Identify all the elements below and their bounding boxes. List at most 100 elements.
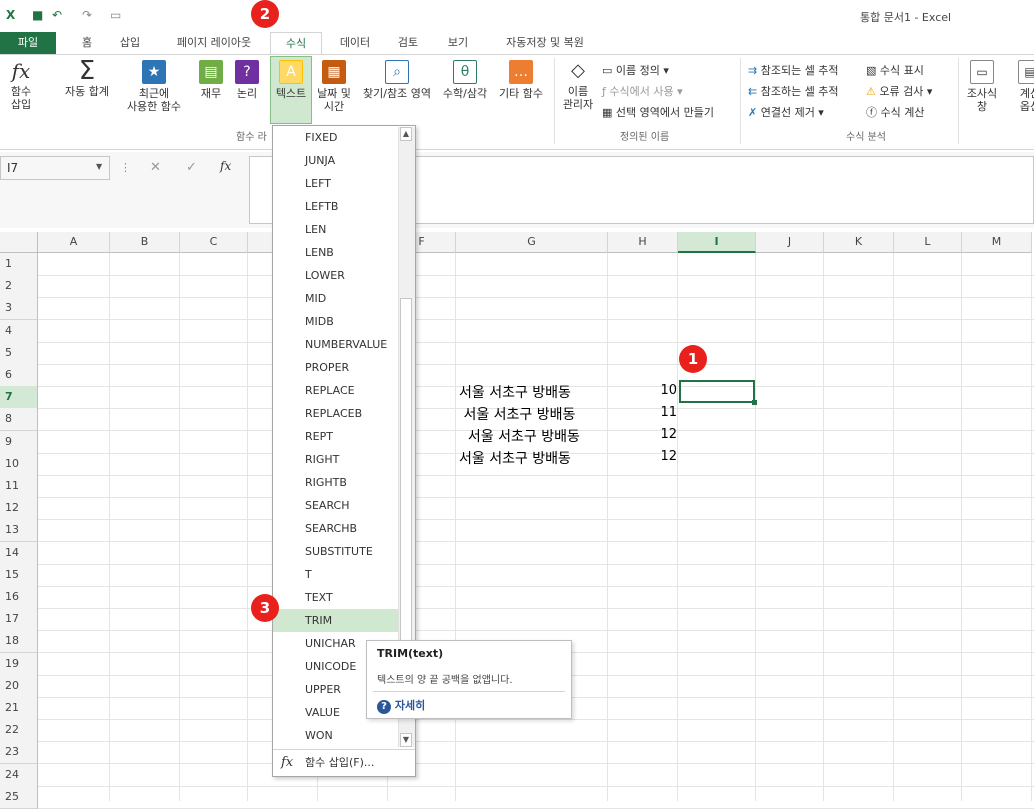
row-header-23[interactable]: 23 bbox=[0, 741, 38, 765]
text-functions-button[interactable]: A 텍스트 bbox=[270, 56, 312, 124]
function-item-trim[interactable]: TRIM bbox=[273, 609, 399, 632]
math-trig-button[interactable]: θ 수학/삼각 bbox=[438, 60, 492, 100]
column-header-K[interactable]: K bbox=[824, 232, 894, 253]
scroll-down-icon[interactable]: ▼ bbox=[400, 733, 412, 747]
tab-view[interactable]: 보기 bbox=[436, 32, 480, 54]
show-formulas-button[interactable]: ▧ 수식 표시 bbox=[866, 62, 924, 78]
function-item-text[interactable]: TEXT bbox=[273, 586, 399, 609]
row-header-5[interactable]: 5 bbox=[0, 341, 38, 365]
column-header-C[interactable]: C bbox=[180, 232, 248, 253]
tab-formulas[interactable]: 수식 bbox=[270, 32, 322, 56]
function-item-len[interactable]: LEN bbox=[273, 218, 399, 241]
row-header-2[interactable]: 2 bbox=[0, 275, 38, 299]
row-header-15[interactable]: 15 bbox=[0, 563, 38, 587]
row-header-21[interactable]: 21 bbox=[0, 697, 38, 720]
function-item-rightb[interactable]: RIGHTB bbox=[273, 471, 399, 494]
tab-home[interactable]: 홈 bbox=[70, 32, 104, 54]
column-header-A[interactable]: A bbox=[38, 232, 110, 253]
cell-G9[interactable]: 서울 서초구 방배동 bbox=[459, 426, 580, 446]
row-header-6[interactable]: 6 bbox=[0, 364, 38, 387]
undo-icon[interactable]: ↶ bbox=[52, 8, 62, 22]
insert-function-fx-icon[interactable]: fx bbox=[220, 159, 231, 173]
row-header-22[interactable]: 22 bbox=[0, 719, 38, 743]
name-manager-button[interactable]: ◇ 이름 관리자 bbox=[558, 60, 598, 111]
define-name-button[interactable]: ▭ 이름 정의 ▾ bbox=[602, 62, 669, 78]
column-header-M[interactable]: M bbox=[962, 232, 1032, 253]
row-header-18[interactable]: 18 bbox=[0, 630, 38, 654]
active-cell-I7[interactable] bbox=[679, 380, 755, 403]
enter-icon[interactable]: ✓ bbox=[186, 160, 197, 175]
tab-data[interactable]: 데이터 bbox=[330, 32, 380, 54]
function-item-replaceb[interactable]: REPLACEB bbox=[273, 402, 399, 425]
financial-button[interactable]: ▤ 재무 bbox=[196, 60, 226, 100]
column-header-L[interactable]: L bbox=[894, 232, 962, 253]
tab-review[interactable]: 검토 bbox=[388, 32, 428, 54]
cell-H10[interactable]: 12 bbox=[617, 449, 677, 464]
insert-function-menu-item[interactable]: fx 함수 삽입(F)... bbox=[273, 751, 415, 775]
tab-file[interactable]: 파일 bbox=[0, 32, 56, 54]
select-all-corner[interactable] bbox=[0, 232, 38, 253]
function-item-search[interactable]: SEARCH bbox=[273, 494, 399, 517]
recently-used-button[interactable]: ★ 최근에 사용한 함수 bbox=[116, 60, 192, 113]
trace-dependents-button[interactable]: ⇇ 참조하는 셀 추적 bbox=[748, 83, 839, 99]
scroll-up-icon[interactable]: ▲ bbox=[400, 127, 412, 141]
row-header-1[interactable]: 1 bbox=[0, 253, 38, 276]
row-header-8[interactable]: 8 bbox=[0, 408, 38, 432]
create-from-selection-button[interactable]: ▦ 선택 영역에서 만들기 bbox=[602, 104, 714, 120]
function-item-fixed[interactable]: FIXED bbox=[273, 126, 399, 149]
function-item-midb[interactable]: MIDB bbox=[273, 310, 399, 333]
row-header-13[interactable]: 13 bbox=[0, 519, 38, 543]
name-box[interactable]: I7 bbox=[0, 156, 110, 180]
cell-G10[interactable]: 서울 서초구 방배동 bbox=[459, 448, 571, 468]
tab-page-layout[interactable]: 페이지 레이아웃 bbox=[160, 32, 268, 54]
tooltip-help-link[interactable]: ? 자세히 bbox=[377, 697, 425, 714]
row-header-11[interactable]: 11 bbox=[0, 475, 38, 498]
function-item-right[interactable]: RIGHT bbox=[273, 448, 399, 471]
column-header-H[interactable]: H bbox=[608, 232, 678, 253]
cancel-icon[interactable]: ✕ bbox=[150, 160, 161, 175]
row-header-16[interactable]: 16 bbox=[0, 586, 38, 609]
function-item-leftb[interactable]: LEFTB bbox=[273, 195, 399, 218]
function-item-proper[interactable]: PROPER bbox=[273, 356, 399, 379]
evaluate-formula-button[interactable]: ⓕ 수식 계산 bbox=[866, 104, 924, 120]
function-item-t[interactable]: T bbox=[273, 563, 399, 586]
remove-arrows-button[interactable]: ✗ 연결선 제거 ▾ bbox=[748, 104, 824, 120]
insert-function-button[interactable]: fx 함수 삽입 bbox=[4, 60, 38, 111]
redo-icon[interactable]: ↷ bbox=[82, 8, 92, 22]
row-header-19[interactable]: 19 bbox=[0, 652, 38, 676]
function-item-won[interactable]: WON bbox=[273, 724, 399, 747]
cell-G7[interactable]: 서울 서초구 방배동 bbox=[459, 382, 571, 402]
name-box-dropdown-icon[interactable]: ▼ bbox=[96, 162, 102, 171]
customize-icon[interactable]: ▭ bbox=[110, 8, 121, 22]
fill-handle[interactable] bbox=[752, 400, 757, 405]
save-icon[interactable]: ■ bbox=[32, 8, 43, 22]
function-item-substitute[interactable]: SUBSTITUTE bbox=[273, 540, 399, 563]
column-header-G[interactable]: G bbox=[456, 232, 608, 253]
function-item-replace[interactable]: REPLACE bbox=[273, 379, 399, 402]
row-header-9[interactable]: 9 bbox=[0, 430, 38, 454]
cell-G8[interactable]: 서울 서초구 방배동 bbox=[459, 404, 575, 424]
lookup-reference-button[interactable]: ⌕ 찾기/참조 영역 bbox=[358, 60, 436, 100]
function-item-rept[interactable]: REPT bbox=[273, 425, 399, 448]
row-header-17[interactable]: 17 bbox=[0, 608, 38, 632]
row-header-20[interactable]: 20 bbox=[0, 674, 38, 698]
row-header-12[interactable]: 12 bbox=[0, 497, 38, 521]
tab-insert[interactable]: 삽입 bbox=[110, 32, 150, 54]
column-header-B[interactable]: B bbox=[110, 232, 180, 253]
calculation-options-button[interactable]: ▤ 계산 옵션 bbox=[1010, 60, 1034, 113]
function-item-left[interactable]: LEFT bbox=[273, 172, 399, 195]
cell-H9[interactable]: 12 bbox=[617, 427, 677, 442]
watch-window-button[interactable]: ▭ 조사식 창 bbox=[962, 60, 1002, 113]
column-header-J[interactable]: J bbox=[756, 232, 824, 253]
row-header-3[interactable]: 3 bbox=[0, 297, 38, 321]
function-item-junja[interactable]: JUNJA bbox=[273, 149, 399, 172]
cell-H8[interactable]: 11 bbox=[617, 405, 677, 420]
cell-H7[interactable]: 10 bbox=[617, 383, 677, 398]
more-functions-button[interactable]: … 기타 함수 bbox=[494, 60, 548, 100]
row-header-14[interactable]: 14 bbox=[0, 541, 38, 565]
row-header-4[interactable]: 4 bbox=[0, 319, 38, 343]
function-item-mid[interactable]: MID bbox=[273, 287, 399, 310]
function-item-lenb[interactable]: LENB bbox=[273, 241, 399, 264]
function-item-searchb[interactable]: SEARCHB bbox=[273, 517, 399, 540]
use-in-formula-button[interactable]: ƒ 수식에서 사용 ▾ bbox=[602, 83, 683, 99]
